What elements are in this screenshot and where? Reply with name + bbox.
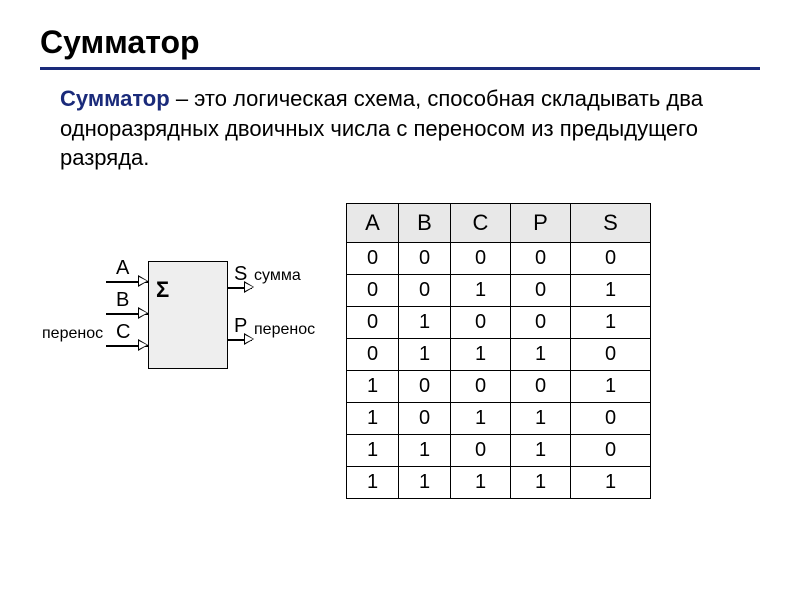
page-title: Сумматор [40, 24, 760, 70]
definition-text: Сумматор – это логическая схема, способн… [40, 84, 760, 173]
table-cell: 1 [511, 435, 571, 467]
definition-term: Сумматор [60, 86, 170, 111]
table-row: 10110 [347, 403, 651, 435]
table-cell: 0 [347, 275, 399, 307]
table-cell: 0 [511, 307, 571, 339]
table-cell: 0 [571, 403, 651, 435]
table-row: 11010 [347, 435, 651, 467]
table-row: 01001 [347, 307, 651, 339]
table-cell: 0 [399, 243, 451, 275]
table-cell: 1 [399, 339, 451, 371]
col-header-p: P [511, 204, 571, 243]
input-a-label: A [116, 257, 129, 280]
table-cell: 1 [511, 403, 571, 435]
table-cell: 1 [347, 371, 399, 403]
col-header-c: C [451, 204, 511, 243]
table-row: 00000 [347, 243, 651, 275]
table-cell: 1 [399, 467, 451, 499]
table-row: 01110 [347, 339, 651, 371]
col-header-a: A [347, 204, 399, 243]
input-carry-caption: перенос [42, 325, 103, 343]
table-cell: 0 [347, 243, 399, 275]
adder-block-diagram: Σ A B перенос C S сумма P перенос [48, 243, 318, 393]
table-cell: 1 [399, 435, 451, 467]
table-cell: 1 [511, 339, 571, 371]
table-cell: 1 [399, 307, 451, 339]
table-cell: 0 [399, 371, 451, 403]
table-cell: 1 [451, 275, 511, 307]
table-cell: 0 [347, 339, 399, 371]
output-carry-caption: перенос [254, 321, 315, 339]
table-row: 10001 [347, 371, 651, 403]
table-cell: 0 [571, 435, 651, 467]
table-cell: 0 [451, 243, 511, 275]
sum-caption: сумма [254, 267, 301, 285]
table-cell: 1 [571, 275, 651, 307]
table-cell: 0 [451, 307, 511, 339]
table-cell: 0 [399, 403, 451, 435]
table-cell: 1 [571, 467, 651, 499]
input-c-label: C [116, 321, 130, 344]
arrow-input-a [138, 275, 148, 287]
table-cell: 0 [451, 435, 511, 467]
table-cell: 0 [399, 275, 451, 307]
table-cell: 1 [347, 403, 399, 435]
table-cell: 0 [571, 243, 651, 275]
arrow-input-b [138, 307, 148, 319]
table-row: 11111 [347, 467, 651, 499]
table-cell: 1 [511, 467, 571, 499]
table-cell: 0 [511, 371, 571, 403]
output-s-label: S [234, 263, 247, 286]
col-header-b: B [399, 204, 451, 243]
sigma-symbol: Σ [156, 277, 169, 303]
output-p-label: P [234, 315, 247, 338]
table-cell: 1 [571, 307, 651, 339]
table-cell: 0 [347, 307, 399, 339]
arrow-input-c [138, 339, 148, 351]
table-cell: 0 [511, 275, 571, 307]
col-header-s: S [571, 204, 651, 243]
table-cell: 1 [571, 371, 651, 403]
table-cell: 1 [451, 403, 511, 435]
input-b-label: B [116, 289, 129, 312]
table-row: 00101 [347, 275, 651, 307]
table-cell: 0 [571, 339, 651, 371]
table-cell: 1 [451, 339, 511, 371]
table-cell: 1 [451, 467, 511, 499]
table-cell: 1 [347, 467, 399, 499]
truth-table: A B C P S 000000010101001011101000110110… [346, 203, 651, 499]
table-cell: 1 [347, 435, 399, 467]
table-cell: 0 [511, 243, 571, 275]
table-cell: 0 [451, 371, 511, 403]
truth-table-header-row: A B C P S [347, 204, 651, 243]
